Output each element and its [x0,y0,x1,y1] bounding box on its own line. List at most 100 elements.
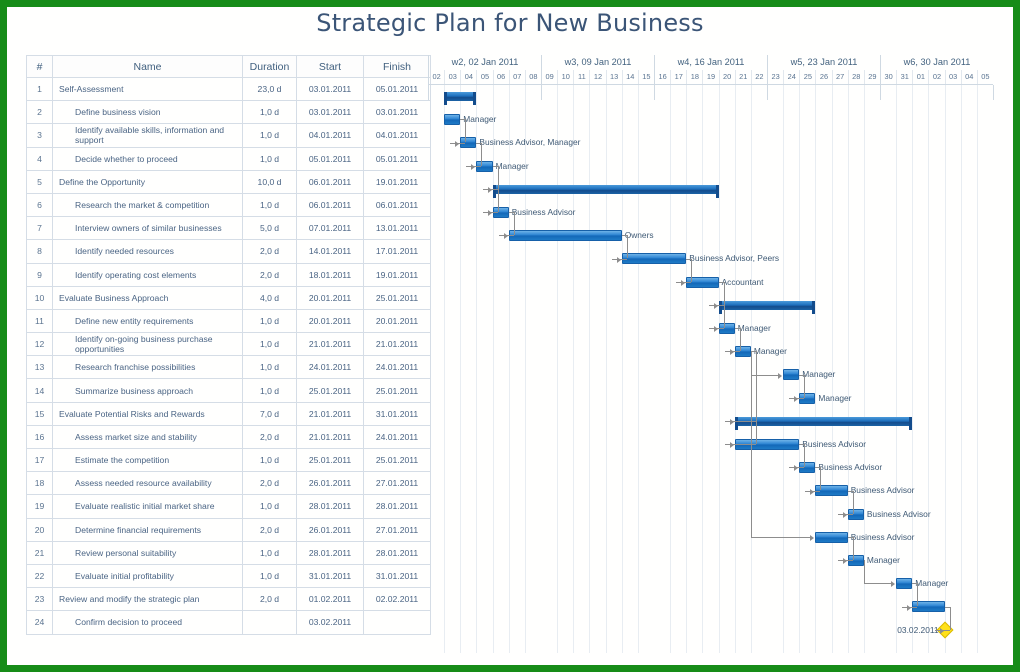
task-duration: 4,0 d [242,285,297,310]
task-duration: 1,0 d [242,494,297,519]
table-row[interactable]: 19 Evaluate realistic initial market shar… [26,494,431,519]
dependency-arrow [729,418,734,425]
row-number: 3 [26,123,53,148]
table-row[interactable]: 20 Determine financial requirements 2,0 d2… [26,517,431,542]
task-finish: 05.01.2011 [363,146,431,171]
table-row[interactable]: 24 Confirm decision to proceed 03.02.2011 [26,610,431,635]
task-finish: 28.01.2011 [363,540,431,565]
week-header-cell: w3, 09 Jan 2011 [541,55,654,70]
dependency-link [804,444,806,468]
day-header-cell: 07 [508,70,525,84]
row-number: 17 [26,447,53,473]
table-row[interactable]: 6 Research the market & competition 1,0 d0… [26,192,431,218]
day-header-cell: 28 [847,70,864,84]
table-row[interactable]: 2 Define business vision 1,0 d 03.01.2011 03… [26,100,431,125]
task-start: 31.01.2011 [296,563,364,589]
table-header-row: # Name Duration Start Finish [26,55,431,78]
task-finish: 25.01.2011 [363,447,431,473]
table-row[interactable]: 22 Evaluate initial profitability 1,0 d 31.… [26,563,431,589]
col-header-duration: Duration [242,55,297,78]
day-header-cell: 16 [654,70,670,84]
summary-bar[interactable] [492,184,719,198]
task-name: Evaluate initial profitability [52,563,243,589]
day-header-cell: 05 [476,70,492,84]
col-header-name: Name [52,55,243,78]
task-duration: 5,0 d [242,216,297,241]
dependency-link [497,165,499,213]
table-row[interactable]: 13 Research franchise possibilities 1,0 d2… [26,355,431,380]
table-row[interactable]: 4 Decide whether to proceed 1,0 d 05.01.201… [26,146,431,171]
task-duration: 1,0 d [242,378,297,403]
summary-bar[interactable] [718,300,816,314]
chart-frame: Strategic Plan for New Business # Name D… [0,0,1020,672]
table-row[interactable]: 1 Self-Assessment 23,0 d 03.01.2011 05.01.20… [26,76,431,102]
task-bar[interactable] [815,531,848,543]
summary-bar[interactable] [444,92,477,105]
resource-label: Business Advisor [850,485,915,496]
task-finish [363,610,431,635]
table-row[interactable]: 23 Review and modify the strategic plan 2,… [26,587,431,612]
dependency-link [863,560,865,584]
dependency-link [513,212,515,236]
table-row[interactable]: 3 Identify available skills, information … [26,123,431,148]
resource-label: Owners [624,230,654,241]
dependency-arrow [729,442,734,449]
row-number: 1 [26,76,53,102]
task-bar[interactable] [508,230,622,242]
summary-bar[interactable] [734,416,913,430]
table-row[interactable]: 18 Assess needed resource availability 2,0… [26,471,431,496]
dependency-link [739,328,741,352]
table-row[interactable]: 17 Estimate the competition 1,0 d 25.01.201… [26,447,431,473]
resource-label: Manager [915,578,949,589]
table-row[interactable]: 5 Define the Opportunity 10,0 d 06.01.2011 1… [26,169,431,194]
task-name: Identify needed resources [52,239,243,264]
table-row[interactable]: 21 Review personal suitability 1,0 d 28.01.… [26,540,431,565]
table-row[interactable]: 16 Assess market size and stability 2,0 d2… [26,424,431,450]
task-duration: 2,0 d [242,262,297,287]
gantt-row [428,85,993,108]
task-start: 26.01.2011 [296,471,364,496]
day-header-cell: 15 [637,70,654,84]
task-finish: 03.01.2011 [363,100,431,125]
table-row[interactable]: 10 Evaluate Business Approach 4,0 d 20.01.2… [26,285,431,310]
row-number: 21 [26,540,53,565]
dependency-arrow [713,302,718,309]
task-start: 25.01.2011 [296,378,364,403]
gantt-row: Business Advisor [428,503,993,526]
table-row[interactable]: 7 Interview owners of similar businesses 5… [26,216,431,241]
table-row[interactable]: 12 Identify on-going business purchase op… [26,332,431,357]
gantt-body: Manager Business Advisor, Manager Manager B… [428,85,994,653]
task-bar[interactable] [783,369,800,381]
table-row[interactable]: 11 Define new entity requirements 1,0 d 20.… [26,308,431,334]
table-row[interactable]: 9 Identify operating cost elements 2,0 d 18… [26,262,431,287]
week-header-cell: w6, 30 Jan 2011 [880,55,993,70]
task-bar[interactable] [621,253,687,265]
task-start: 14.01.2011 [296,239,364,264]
day-header-cell: 25 [799,70,815,84]
task-bar[interactable] [444,114,461,126]
dependency-arrow [939,627,944,634]
row-number: 6 [26,192,53,218]
day-header-cell: 02 [428,70,444,84]
table-row[interactable]: 14 Summarize business approach 1,0 d 25.01.… [26,378,431,403]
day-header-cell: 12 [589,70,605,84]
task-bar[interactable] [896,578,913,590]
task-start: 28.01.2011 [296,494,364,519]
table-row[interactable]: 8 Identify needed resources 2,0 d 14.01.201… [26,239,431,264]
resource-label: Manager [818,392,852,403]
day-header-cell: 11 [573,70,589,84]
table-row[interactable]: 15 Evaluate Potential Risks and Rewards 7,… [26,401,431,426]
task-name: Identify on-going business purchase oppo… [52,332,243,357]
task-finish: 27.01.2011 [363,471,431,496]
gantt-row: Business Advisor [428,433,993,456]
timeline-week-header: w2, 02 Jan 2011 w3, 09 Jan 2011 w4, 16 Jan… [428,55,993,70]
task-duration: 1,0 d [242,355,297,380]
dependency-arrow [778,372,783,379]
task-start: 05.01.2011 [296,146,364,171]
task-start: 03.01.2011 [296,76,364,102]
gantt-row: Manager [428,363,993,386]
dependency-arrow [471,163,476,170]
gantt-row: Manager [428,108,993,131]
dependency-arrow [681,279,686,286]
dependency-arrow [794,395,799,402]
